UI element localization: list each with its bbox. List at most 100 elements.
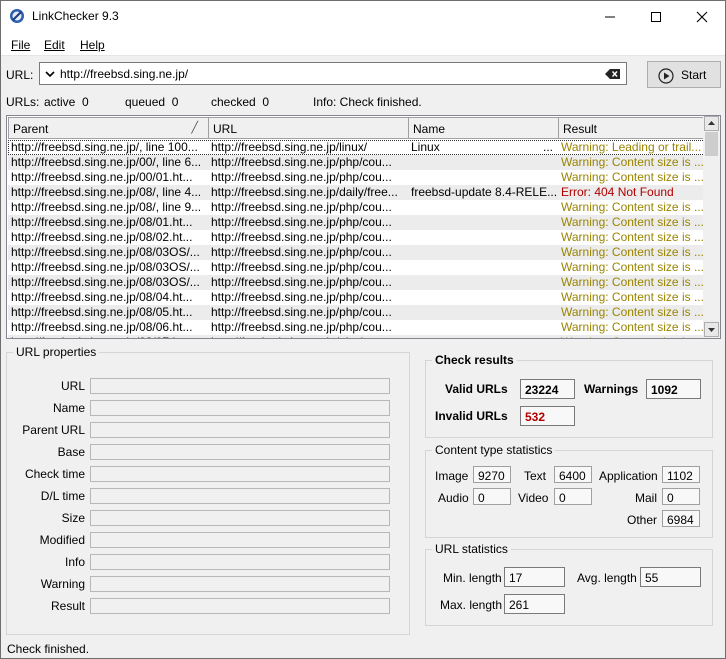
table-row[interactable]: http://freebsd.sing.ne.jp/08/03OS/... htt… (8, 260, 705, 275)
avg-length-value: 55 (640, 567, 701, 587)
cell-url: http://freebsd.sing.ne.jp/php/cou... (211, 170, 392, 184)
content-type-title: Content type statistics (435, 443, 553, 457)
audio-label: Audio (438, 491, 469, 505)
application-label: Application (599, 469, 658, 483)
table-row[interactable]: http://freebsd.sing.ne.jp/08/05.ht... htt… (8, 305, 705, 320)
image-label: Image (435, 469, 469, 483)
main-window: LinkChecker 9.3 File Edit Help URL: http… (0, 0, 726, 659)
menu-bar: File Edit Help (1, 32, 725, 56)
active-count: active 0 (44, 95, 89, 109)
table-row[interactable]: http://freebsd.sing.ne.jp/08/02.ht... htt… (8, 230, 705, 245)
minimize-button[interactable] (587, 1, 633, 32)
property-field[interactable] (90, 576, 390, 592)
text-label: Text (524, 469, 547, 483)
cell-name (408, 275, 558, 290)
property-label: Name (52, 401, 85, 415)
scroll-up-button[interactable] (704, 116, 719, 131)
table-row[interactable]: http://freebsd.sing.ne.jp/08/07.ht...htt… (8, 335, 705, 338)
menu-file[interactable]: File (11, 38, 30, 52)
url-input[interactable]: http://freebsd.sing.ne.jp/ (39, 62, 627, 85)
cell-result: Warning: Content size is ... (561, 260, 704, 274)
column-parent[interactable]: Parent ╱ (8, 117, 209, 139)
property-label: Check time (24, 467, 85, 481)
url-label: URL: (6, 68, 34, 82)
app-icon (10, 9, 24, 23)
property-field[interactable] (90, 400, 390, 416)
play-icon (658, 68, 674, 84)
property-label: Modified (39, 533, 85, 547)
property-field[interactable] (90, 444, 390, 460)
cell-parent: http://freebsd.sing.ne.jp/08/01.ht... (11, 215, 193, 229)
audio-value: 0 (473, 488, 511, 505)
property-field[interactable] (90, 554, 390, 570)
column-name[interactable]: Name (408, 117, 559, 139)
property-label: Base (57, 445, 85, 459)
property-label: URL (60, 379, 85, 393)
cell-parent: http://freebsd.sing.ne.jp/08/03OS/... (11, 275, 200, 289)
cell-url: http://freebsd.sing.ne.jp/daily/free... (211, 185, 398, 199)
cell-parent: http://freebsd.sing.ne.jp/08/, line 9... (11, 200, 202, 214)
column-result-label: Result (563, 122, 598, 136)
start-label: Start (681, 68, 707, 82)
clear-icon[interactable] (605, 68, 621, 80)
property-label: Size (61, 511, 85, 525)
arrow-down-icon (708, 328, 715, 332)
close-button[interactable] (679, 1, 725, 32)
property-field[interactable] (90, 378, 390, 394)
cell-name (408, 230, 558, 245)
window-title: LinkChecker 9.3 (32, 9, 119, 23)
scroll-thumb[interactable] (705, 132, 718, 156)
cell-parent: http://freebsd.sing.ne.jp/00/, line 6... (11, 155, 202, 169)
cell-name: Linux (411, 140, 440, 154)
cell-parent: http://freebsd.sing.ne.jp/08/06.ht... (11, 320, 193, 334)
maximize-icon (651, 12, 661, 22)
info-text: Info: Check finished. (313, 95, 422, 109)
table-row[interactable]: http://freebsd.sing.ne.jp/08/, line 4...… (8, 185, 705, 200)
cell-url: http://freebsd.sing.ne.jp/php/cou... (211, 290, 392, 304)
chevron-down-icon[interactable] (44, 68, 56, 80)
menu-help[interactable]: Help (80, 38, 105, 52)
cell-parent: http://freebsd.sing.ne.jp/00/01.ht... (11, 170, 193, 184)
table-row[interactable]: http://freebsd.sing.ne.jp/00/, line 6...… (8, 155, 705, 170)
maximize-button[interactable] (633, 1, 679, 32)
property-field[interactable] (90, 466, 390, 482)
table-row[interactable]: http://freebsd.sing.ne.jp/08/03OS/... htt… (8, 245, 705, 260)
property-field[interactable] (90, 422, 390, 438)
cell-result: Warning: Content size is ... (561, 275, 704, 289)
menu-edit[interactable]: Edit (44, 38, 65, 52)
column-parent-label: Parent (13, 122, 49, 136)
results-table[interactable]: Parent ╱ URL Name Result http://freebsd.… (6, 115, 721, 339)
property-field[interactable] (90, 532, 390, 548)
scroll-down-button[interactable] (704, 322, 719, 337)
property-field[interactable] (90, 510, 390, 526)
table-row[interactable]: http://freebsd.sing.ne.jp/08/03OS/... htt… (8, 275, 705, 290)
cell-url: http://freebsd.sing.ne.jp/php/cou... (211, 155, 392, 169)
cell-name (408, 305, 558, 320)
min-length-value: 17 (504, 567, 565, 587)
cell-name (408, 200, 558, 215)
property-label: Info (64, 555, 85, 569)
table-rows: http://freebsd.sing.ne.jp/, line 100... h… (8, 140, 705, 338)
cell-name (408, 170, 558, 185)
warnings-label: Warnings (584, 382, 639, 396)
cell-parent: http://freebsd.sing.ne.jp/08/, line 4... (11, 185, 202, 199)
other-label: Other (627, 513, 658, 527)
table-row[interactable]: http://freebsd.sing.ne.jp/08/06.ht... htt… (8, 320, 705, 335)
cell-url: http://freebsd.sing.ne.jp/php/cou... (211, 275, 392, 289)
avg-length-label: Avg. length (577, 571, 637, 585)
cell-name: freebsd-update 8.4-RELE... (411, 185, 558, 199)
table-row[interactable]: http://freebsd.sing.ne.jp/08/04.ht... htt… (8, 290, 705, 305)
cell-name (408, 245, 558, 260)
column-url[interactable]: URL (208, 117, 409, 139)
table-scrollbar[interactable] (703, 116, 720, 338)
property-field[interactable] (90, 488, 390, 504)
table-row[interactable]: http://freebsd.sing.ne.jp/08/, line 9...… (8, 200, 705, 215)
invalid-urls-value: 532 (520, 406, 575, 426)
table-row[interactable]: http://freebsd.sing.ne.jp/00/01.ht... htt… (8, 170, 705, 185)
cell-result: Warning: Content size is ... (561, 320, 704, 334)
start-button[interactable]: Start (647, 61, 721, 88)
table-row[interactable]: http://freebsd.sing.ne.jp/, line 100... h… (8, 140, 705, 155)
property-field[interactable] (90, 598, 390, 614)
table-row[interactable]: http://freebsd.sing.ne.jp/08/01.ht... htt… (8, 215, 705, 230)
column-result[interactable]: Result (558, 117, 705, 139)
